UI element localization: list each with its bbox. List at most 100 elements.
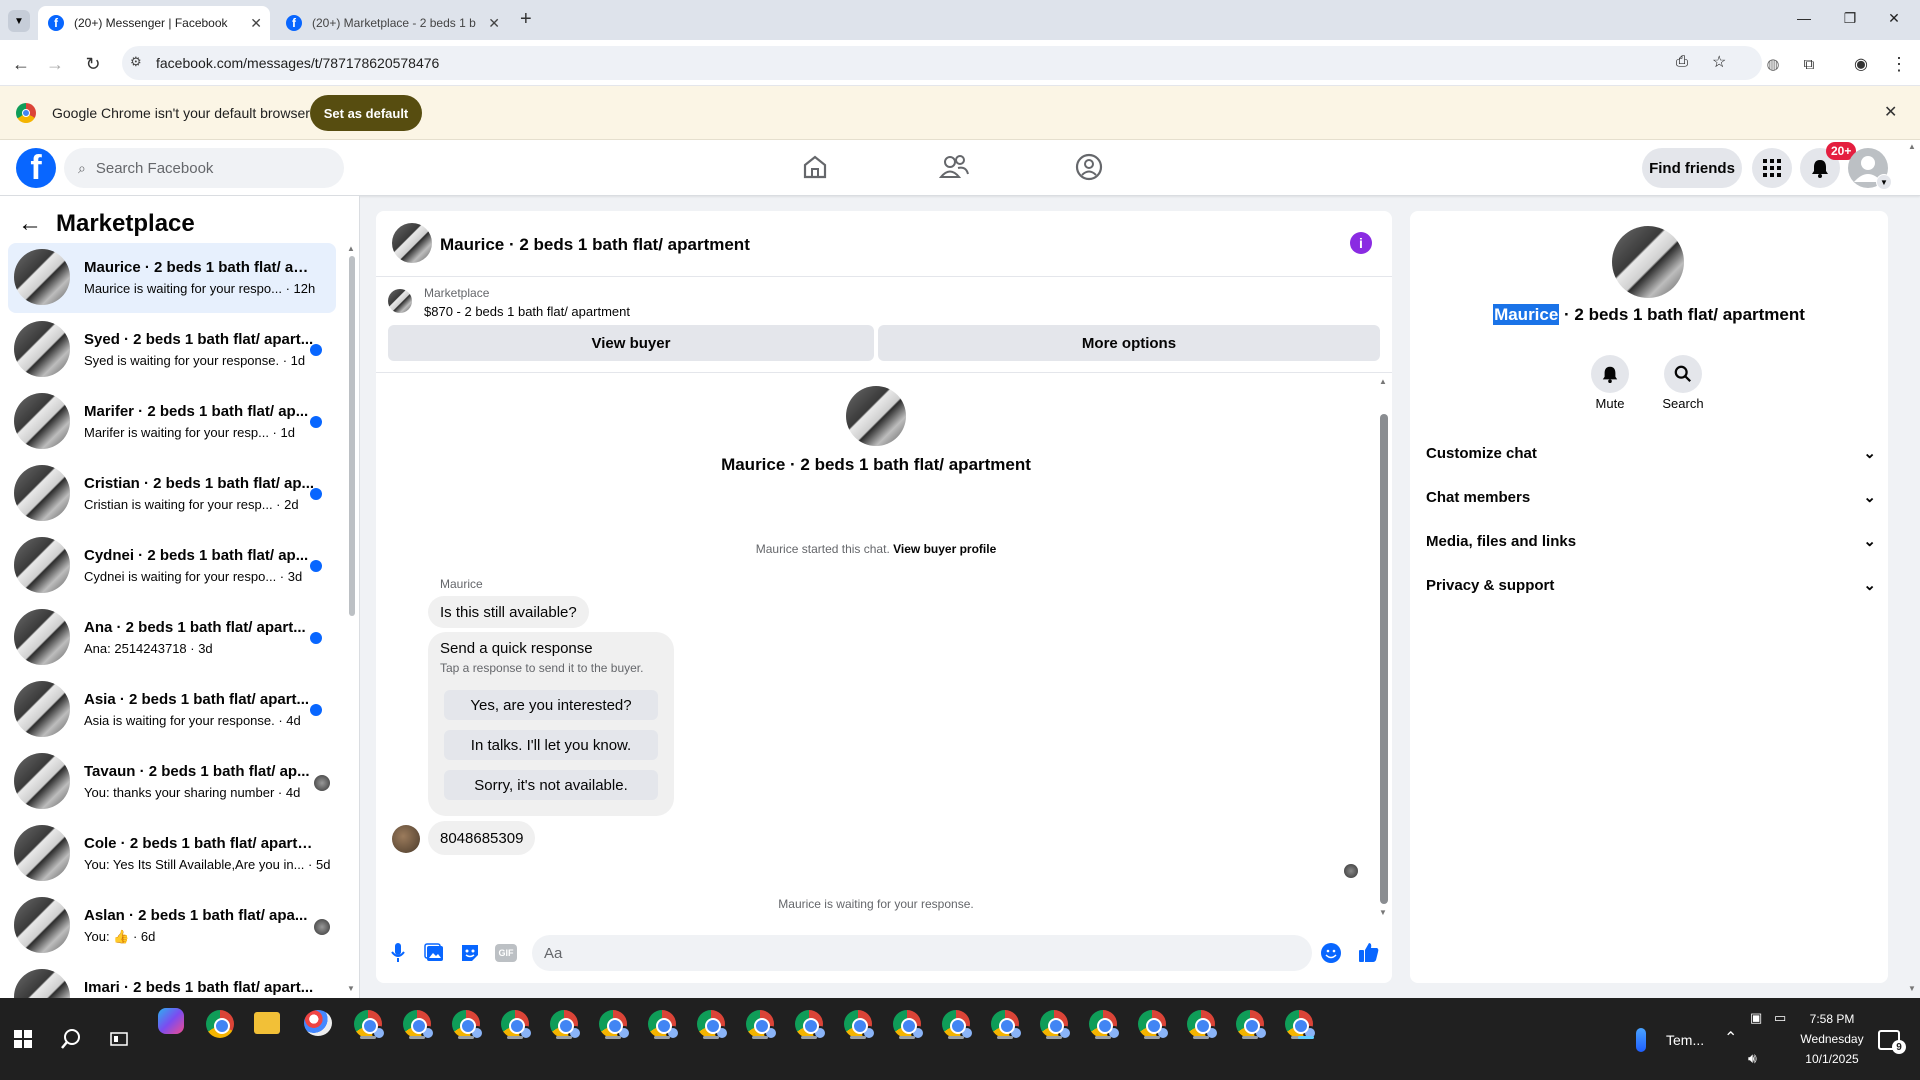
paint-icon[interactable] [304,1010,332,1036]
taskbar-search-icon[interactable] [60,1028,82,1050]
conversation-item[interactable]: Maurice · 2 beds 1 bath flat/ apa... Maur… [8,243,336,313]
volume-icon[interactable]: 🔊︎ [1748,1050,1757,1067]
scroll-up-arrow[interactable]: ▲ [347,244,355,253]
search-chat-icon[interactable] [1664,355,1702,393]
chat-header-avatar[interactable] [392,223,432,263]
chrome-profile-taskbar-icon[interactable] [746,1010,778,1040]
tray-overflow-icon[interactable]: ⌃ [1724,1028,1737,1048]
chrome-profile-taskbar-icon[interactable] [403,1010,435,1040]
friends-nav-icon[interactable] [938,152,970,182]
new-tab-button[interactable]: + [520,8,532,31]
media-files-links-section[interactable]: Media, files and links ⌄ [1426,526,1876,556]
page-scroll-down[interactable]: ▼ [1908,984,1916,993]
chat-members-section[interactable]: Chat members ⌄ [1426,482,1876,512]
sender-avatar[interactable] [392,825,420,853]
like-thumb-icon[interactable] [1358,941,1380,963]
chrome-profile-taskbar-icon[interactable] [893,1010,925,1040]
gif-icon[interactable]: GIF [495,944,517,962]
profile-avatar[interactable] [846,386,906,446]
conversation-item[interactable]: Ana · 2 beds 1 bath flat/ apart... Ana: 2… [8,603,336,673]
minimize-button[interactable]: — [1794,10,1814,26]
search-facebook-input[interactable]: ⌕ Search Facebook [64,148,344,188]
chat-info-icon[interactable]: i [1350,232,1372,254]
conversation-item[interactable]: Aslan · 2 beds 1 bath flat/ apa... You: 👍… [8,891,336,961]
chrome-profile-taskbar-icon[interactable] [1236,1010,1268,1040]
conversation-item[interactable]: Cydnei · 2 beds 1 bath flat/ ap... Cydnei… [8,531,336,601]
copilot-icon[interactable] [158,1008,184,1034]
back-arrow-icon[interactable]: ← [18,210,42,238]
extensions-icon[interactable]: ⧉ [1798,53,1820,75]
close-tab-icon[interactable]: ✕ [488,15,500,32]
microphone-icon[interactable] [390,942,406,964]
more-options-button[interactable]: More options [878,325,1380,361]
photo-icon[interactable] [424,943,444,963]
conversation-item[interactable]: Asia · 2 beds 1 bath flat/ apart... Asia … [8,675,336,745]
scroll-down-arrow[interactable]: ▼ [347,984,355,993]
page-scroll-up[interactable]: ▲ [1908,142,1916,151]
install-app-icon[interactable]: ⎙ [1676,53,1688,70]
site-info-icon[interactable]: ⚙ [130,54,142,70]
weather-icon[interactable] [1636,1028,1646,1052]
customize-chat-section[interactable]: Customize chat ⌄ [1426,438,1876,468]
menu-grid-icon[interactable] [1752,148,1792,188]
chrome-profile-taskbar-icon[interactable] [1285,1010,1317,1040]
sticker-icon[interactable] [460,943,480,963]
chrome-profile-taskbar-icon[interactable] [1138,1010,1170,1040]
restore-button[interactable]: ❐ [1840,10,1860,27]
chrome-profile-taskbar-icon[interactable] [697,1010,729,1040]
clock-time[interactable]: 7:58 PM [1792,1012,1872,1026]
chrome-profile-taskbar-icon[interactable] [795,1010,827,1040]
quick-response-sorry[interactable]: Sorry, it's not available. [444,770,658,800]
chrome-profile-taskbar-icon[interactable] [1040,1010,1072,1040]
chrome-profile-taskbar-icon[interactable] [942,1010,974,1040]
tab-messenger[interactable]: f (20+) Messenger | Facebook ✕ [38,6,270,40]
conversation-item[interactable]: Syed · 2 beds 1 bath flat/ apart... Syed … [8,315,336,385]
tab-marketplace[interactable]: f (20+) Marketplace - 2 beds 1 b ✕ [276,6,508,40]
details-avatar[interactable] [1612,226,1684,298]
forward-icon[interactable]: → [44,53,66,75]
conversation-item[interactable]: Cristian · 2 beds 1 bath flat/ ap... Cris… [8,459,336,529]
chrome-profile-taskbar-icon[interactable] [550,1010,582,1040]
chrome-profile-taskbar-icon[interactable] [501,1010,533,1040]
bookmark-star-icon[interactable]: ☆ [1712,52,1726,72]
conversation-item[interactable]: Tavaun · 2 beds 1 bath flat/ ap... You: t… [8,747,336,817]
message-bubble-phone[interactable]: 8048685309 [428,821,536,855]
mute-bell-icon[interactable] [1591,355,1629,393]
conversation-item[interactable]: Marifer · 2 beds 1 bath flat/ ap... Marif… [8,387,336,457]
chat-scrollbar[interactable] [1380,414,1388,904]
chat-scroll-up[interactable]: ▲ [1379,377,1387,386]
file-explorer-icon[interactable] [254,1012,280,1034]
profile-icon[interactable]: ◉ [1850,53,1872,75]
chrome-taskbar-icon[interactable] [206,1010,234,1038]
chrome-profile-taskbar-icon[interactable] [991,1010,1023,1040]
display-icon[interactable]: ▭ [1774,1010,1786,1026]
weather-text[interactable]: Tem... [1666,1032,1704,1048]
groups-nav-icon[interactable] [1074,152,1104,182]
listing-line[interactable]: $870 - 2 beds 1 bath flat/ apartment [424,304,630,319]
menu-icon[interactable]: ⋮ [1888,53,1910,75]
translate-icon[interactable]: ◍ [1762,53,1784,75]
windows-start-icon[interactable] [14,1030,32,1048]
quick-response-yes[interactable]: Yes, are you interested? [444,690,658,720]
find-friends-button[interactable]: Find friends [1642,148,1742,188]
privacy-support-section[interactable]: Privacy & support ⌄ [1426,570,1876,600]
close-tab-icon[interactable]: ✕ [250,15,262,32]
view-buyer-button[interactable]: View buyer [388,325,874,361]
back-icon[interactable]: ← [10,53,32,75]
chrome-profile-taskbar-icon[interactable] [1187,1010,1219,1040]
close-infobar-icon[interactable]: ✕ [1884,102,1897,122]
message-input[interactable]: Aa [532,935,1312,971]
address-bar[interactable]: ⚙ facebook.com/messages/t/78717862057847… [122,46,1762,80]
clock-date[interactable]: 10/1/2025 [1792,1052,1872,1066]
emoji-icon[interactable] [1321,943,1341,963]
chat-title[interactable]: Maurice · 2 beds 1 bath flat/ apartment [440,235,750,255]
chrome-profile-taskbar-icon[interactable] [1089,1010,1121,1040]
chrome-profile-taskbar-icon[interactable] [648,1010,680,1040]
chrome-profile-taskbar-icon[interactable] [844,1010,876,1040]
quick-response-in-talks[interactable]: In talks. I'll let you know. [444,730,658,760]
task-view-icon[interactable] [110,1030,128,1048]
chat-scroll-down[interactable]: ▼ [1379,908,1387,917]
facebook-logo-icon[interactable]: f [16,148,56,188]
chrome-profile-taskbar-icon[interactable] [452,1010,484,1040]
chrome-profile-taskbar-icon[interactable] [354,1010,386,1040]
